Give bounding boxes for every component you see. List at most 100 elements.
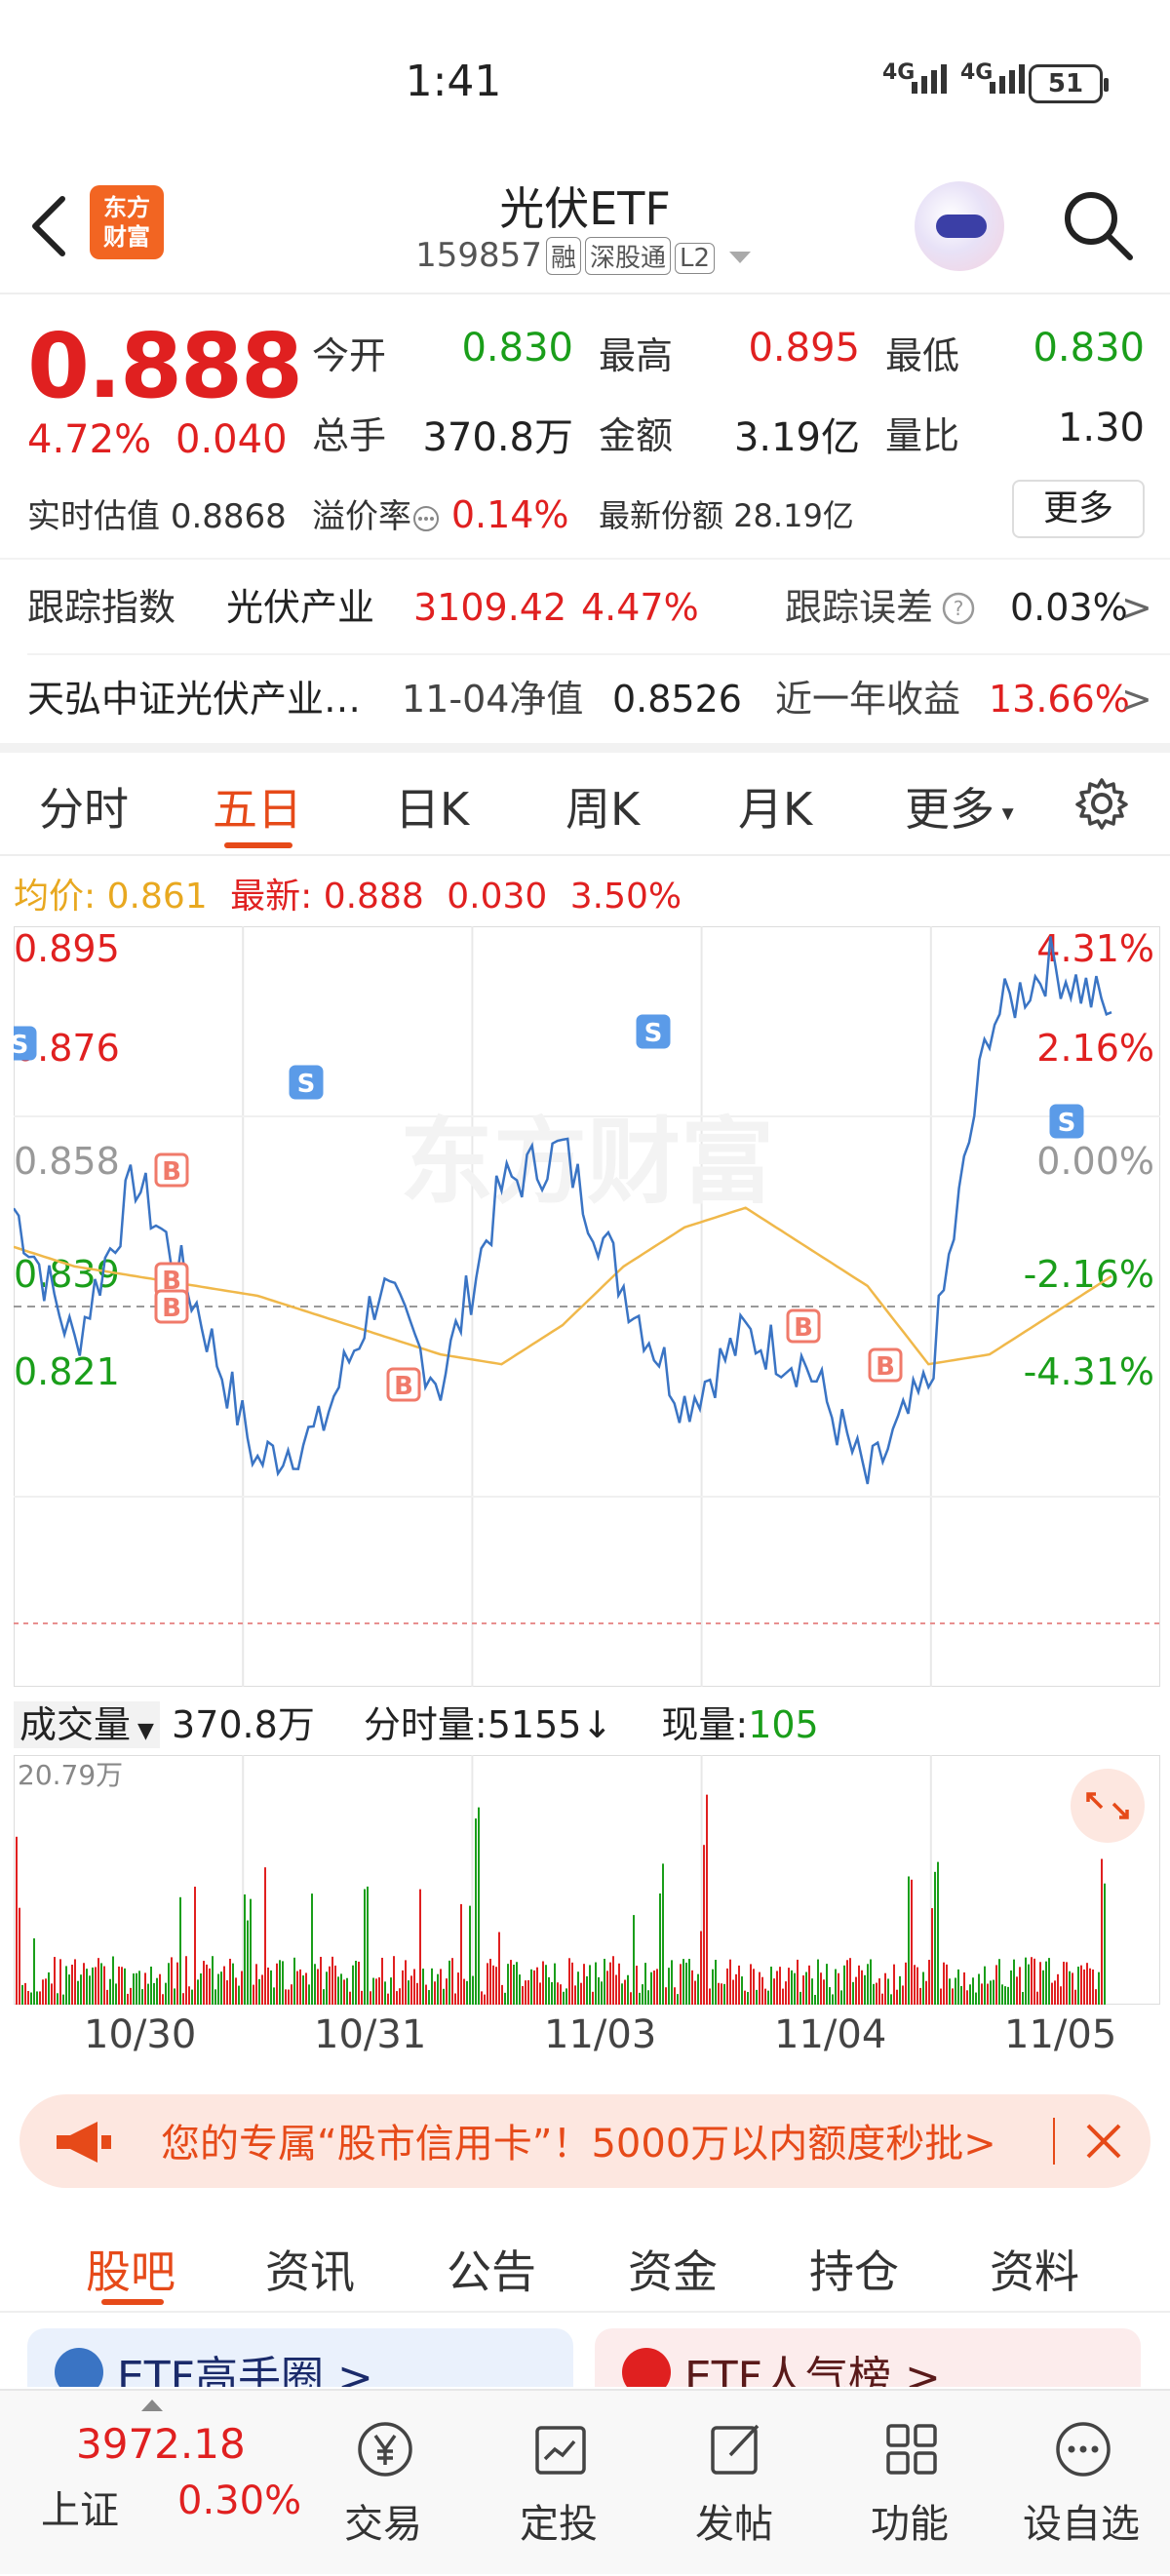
volume-bar [838,1972,839,2005]
promo-banner[interactable]: 您的专属“股市信用卡”！5000万以内额度秒批> [20,2094,1150,2188]
volume-bar [1066,1962,1068,2005]
volume-bar [74,1959,76,2005]
nav-value: 0.8526 [612,678,742,721]
volume-bar [659,1893,661,2005]
assistant-avatar[interactable] [915,181,1004,271]
price-summary-line: 均价: 0.861 最新: 0.888 0.030 3.50% [14,868,682,918]
tab-news[interactable]: 资讯 [265,2237,355,2301]
volume-bar [156,1977,158,2005]
volume-bar [785,1981,787,2005]
tab-five-day[interactable]: 五日 [213,774,302,839]
volume-bar [1022,1992,1024,2005]
gear-icon[interactable] [1072,774,1131,833]
marker-label: S [644,1019,663,1048]
volume-bar [732,1979,734,2005]
index-row[interactable]: 跟踪指数 光伏产业 3109.42 4.47% 跟踪误差 ? 0.03% > [0,564,1170,651]
volume-bar [425,1984,427,2005]
fund-row[interactable]: 天弘中证光伏产业… 11-04净值 0.8526 近一年收益 13.66% > [0,655,1170,743]
volume-bar [39,1991,41,2005]
nav-post[interactable]: 发帖 [651,2391,817,2576]
volume-bar [314,1964,316,2005]
volume-bar [644,1963,646,2005]
index-name: 光伏产业 [226,586,375,629]
tag-connect: 深股通 [584,237,671,275]
volume-bar [928,1960,930,2005]
tab-announcements[interactable]: 公告 [447,2237,536,2301]
nav-watchlist[interactable]: 设自选 [998,2391,1164,2576]
volume-bar [212,1956,214,2005]
volume-bar [185,1956,187,2005]
volume-bar [633,1915,635,2005]
card-etf-experts[interactable]: ETF高手圈 > [27,2328,573,2387]
amount-value: 3.19亿 [733,415,860,460]
card-icon [55,2348,103,2387]
nav-functions[interactable]: 功能 [827,2391,993,2576]
volume-bar [744,1990,746,2005]
marker-label: S [14,1031,28,1060]
volume-total: 370.8万 [172,1703,315,1746]
volume-bar [121,1967,123,2005]
volume-bar [984,1966,986,2005]
search-icon[interactable] [1058,185,1136,263]
volume-chart[interactable]: 20.79万 [14,1755,1160,2005]
nav-invest-plan[interactable]: 定投 [476,2391,642,2576]
volume-bar [916,1967,918,2005]
volume-bar [688,1959,690,2005]
tab-intraday[interactable]: 分时 [39,774,129,839]
volume-bar [384,1981,386,2005]
tab-weekly-k[interactable]: 周K [566,774,640,839]
tab-holdings[interactable]: 持仓 [809,2237,899,2301]
volume-bar [197,1979,199,2005]
volume-bar [788,1968,790,2005]
volume-bar [680,1964,682,2005]
volume-bar [1001,1984,1003,2005]
volume-bar [1098,1971,1100,2005]
volume-bar [595,1962,597,2005]
tab-profile[interactable]: 资料 [990,2237,1079,2301]
tab-daily-k[interactable]: 日K [395,774,469,839]
nav-trade[interactable]: 交易 [300,2391,466,2576]
volume-bar [1051,1982,1053,2005]
change-value: 0.040 [176,417,288,462]
volume-bar [808,1965,810,2005]
volume-bar [457,1972,459,2005]
volume-bar [741,1976,743,2005]
volume-bar [273,1987,275,2005]
help-icon[interactable]: ? [941,591,976,626]
volume-bar [568,1958,570,2005]
volume-bar [946,1964,948,2005]
volume-bar [147,1983,149,2005]
volume-bar [288,1989,290,2005]
volume-bar [925,1980,927,2005]
volume-bar [650,1971,652,2005]
tab-monthly-k[interactable]: 月K [738,774,812,839]
tag-margin: 融 [545,237,581,275]
more-button[interactable]: 更多 [1012,480,1145,538]
volume-bar [864,1974,866,2005]
volume-bar [405,1960,407,2005]
date-label: 11/03 [544,2012,657,2057]
volume-bar [244,1893,246,2005]
volume-bar [1042,1970,1044,2005]
volume-bar [118,1966,120,2005]
volume-bar [826,1964,828,2005]
volume-bar [492,1965,494,2005]
watermark: 东方财富 [400,1108,774,1217]
card-etf-popular[interactable]: ETF人气榜 > [595,2328,1141,2387]
tab-funds[interactable]: 资金 [628,2237,718,2301]
volume-bar [264,1867,266,2005]
volume-bar [478,1807,480,2005]
latest-value: 0.888 [323,877,424,917]
five-day-chart[interactable]: 东方财富 0.8950.8760.8580.8390.8214.31%2.16%… [14,926,1160,1687]
volume-bar [1057,1973,1059,2005]
close-icon[interactable] [1082,2120,1125,2163]
volume-bar [662,1863,664,2005]
index-ticker[interactable]: 3972.18 上证 0.30% [0,2391,332,2576]
volume-header: 成交量 ▼ 370.8万 分时量:5155↓ 现量:105 [14,1695,1160,1751]
nav-label: 11-04净值 [402,678,584,721]
volume-bar [127,1993,129,2005]
tab-forum[interactable]: 股吧 [86,2237,176,2301]
ratio-label: 量比 [885,414,960,457]
volume-selector[interactable]: 成交量 ▼ [14,1701,160,1748]
tab-more[interactable]: 更多 ▾ [905,774,1014,839]
